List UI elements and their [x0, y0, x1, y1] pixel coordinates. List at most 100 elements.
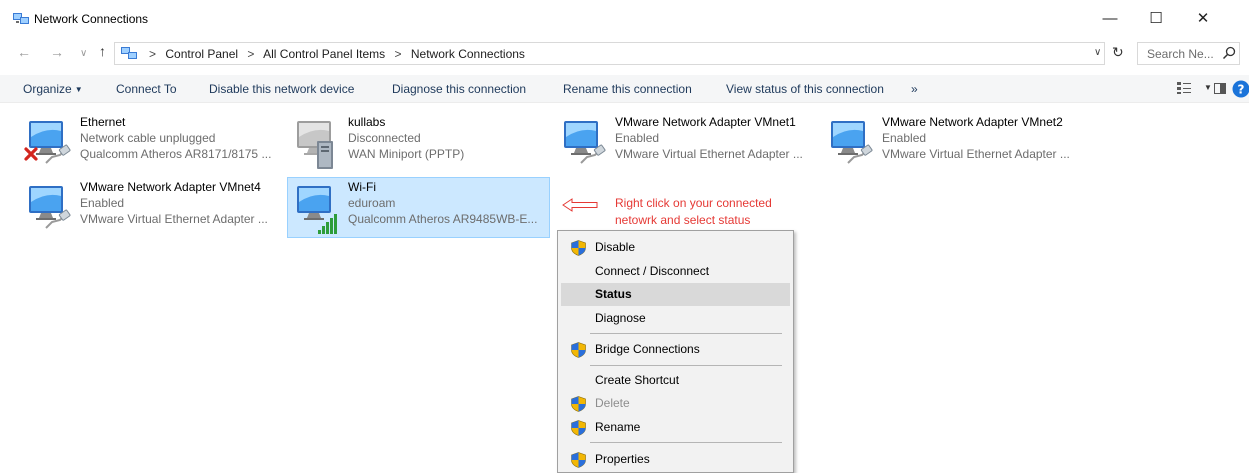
connection-name: kullabs [348, 115, 386, 129]
svg-text:?: ? [1238, 83, 1245, 97]
connection-device: WAN Miniport (PPTP) [348, 147, 465, 161]
menu-item-delete[interactable]: Delete [561, 392, 790, 415]
connection-item-vmnet4[interactable]: VMware Network Adapter VMnet4 Enabled VM… [22, 180, 268, 238]
menu-item-diagnose[interactable]: Diagnose [561, 307, 790, 330]
annotation-line-1: Right click on your connected [615, 196, 772, 210]
ethernet-adapter-icon [564, 121, 607, 164]
address-dropdown-button[interactable]: ∨ [1094, 47, 1101, 58]
minimize-button[interactable]: — [1087, 6, 1133, 32]
help-icon[interactable]: ? [1232, 80, 1249, 98]
address-row: ← → ∨ ↑ > Control Panel > All Control Pa… [0, 38, 1249, 68]
search-input[interactable]: Search Ne... [1137, 42, 1240, 65]
connection-device: Qualcomm Atheros AR8171/8175 ... [80, 147, 272, 161]
menu-separator [590, 365, 782, 366]
organize-label: Organize [23, 82, 72, 96]
ethernet-disconnected-icon [24, 121, 72, 164]
ethernet-adapter-icon [831, 121, 874, 164]
wifi-adapter-icon [297, 186, 337, 234]
connection-status: Network cable unplugged [80, 131, 216, 145]
menu-item-label: Connect / Disconnect [595, 264, 710, 278]
command-bar: Organize ▼ Connect To Disable this networ… [0, 75, 1249, 103]
breadcrumb: > Control Panel > All Control Panel Item… [143, 47, 525, 61]
uac-shield-icon [571, 396, 586, 412]
uac-shield-icon [571, 240, 586, 256]
forward-button[interactable]: → [50, 44, 64, 60]
context-menu: Disable Connect / Disconnect Status Diag… [557, 230, 794, 473]
menu-item-label: Disable [595, 240, 636, 254]
menu-item-label: Create Shortcut [595, 373, 680, 387]
connection-status: Enabled [80, 196, 125, 210]
preview-pane-icon[interactable] [1214, 83, 1226, 94]
menu-item-connect-disconnect[interactable]: Connect / Disconnect [561, 260, 790, 283]
connection-item-vmnet1[interactable]: VMware Network Adapter VMnet1 Enabled VM… [557, 115, 817, 173]
menu-item-label: Rename [595, 420, 641, 434]
ethernet-adapter-icon [29, 186, 72, 229]
organize-dropdown-icon: ▼ [74, 85, 83, 94]
menu-separator [590, 333, 782, 334]
change-view-icon[interactable] [1176, 81, 1192, 95]
refresh-button[interactable]: ↻ [1112, 44, 1124, 61]
connection-name: VMware Network Adapter VMnet4 [80, 180, 261, 194]
connection-name: Wi-Fi [348, 180, 376, 194]
menu-item-create-shortcut[interactable]: Create Shortcut [561, 369, 790, 392]
uac-shield-icon [571, 342, 586, 358]
connect-to-button[interactable]: Connect To [116, 82, 177, 96]
connection-device: VMware Virtual Ethernet Adapter ... [80, 212, 268, 226]
menu-item-label: Diagnose [595, 311, 646, 325]
up-button[interactable]: ↑ [99, 43, 106, 59]
view-status-button[interactable]: View status of this connection [726, 82, 884, 96]
menu-item-rename[interactable]: Rename [561, 416, 790, 439]
search-placeholder: Search Ne... [1147, 47, 1214, 61]
breadcrumb-all-items[interactable]: All Control Panel Items [263, 47, 385, 61]
menu-item-disable[interactable]: Disable [561, 236, 790, 259]
view-dropdown-icon[interactable]: ▼ [1204, 83, 1212, 92]
menu-item-properties[interactable]: Properties [561, 448, 790, 471]
connection-device: VMware Virtual Ethernet Adapter ... [882, 147, 1070, 161]
organize-button[interactable]: Organize ▼ [23, 82, 83, 96]
connection-device: Qualcomm Atheros AR9485WB-E... [348, 212, 538, 226]
menu-item-label: Status [595, 287, 632, 301]
connection-item-wifi[interactable]: Wi-Fi eduroam Qualcomm Atheros AR9485WB-… [287, 177, 550, 238]
breadcrumb-separator: > [247, 47, 255, 61]
menu-item-status[interactable]: Status [561, 283, 790, 306]
menu-item-label: Bridge Connections [595, 342, 700, 356]
more-commands-button[interactable]: » [911, 82, 918, 96]
menu-item-label: Delete [595, 396, 630, 410]
menu-item-bridge-connections[interactable]: Bridge Connections [561, 338, 790, 361]
annotation-arrow-icon [562, 198, 598, 212]
recent-locations-button[interactable]: ∨ [80, 46, 87, 62]
disable-device-button[interactable]: Disable this network device [209, 82, 354, 96]
annotation-text: Right click on your connected netowrk an… [615, 195, 835, 229]
connection-status: Disconnected [348, 131, 421, 145]
connection-status: eduroam [348, 196, 396, 210]
breadcrumb-separator: > [149, 47, 157, 61]
connection-status: Enabled [882, 131, 927, 145]
connection-status: Enabled [615, 131, 660, 145]
breadcrumb-network-connections[interactable]: Network Connections [411, 47, 525, 61]
window-title: Network Connections [34, 12, 149, 26]
uac-shield-icon [571, 420, 586, 436]
close-button[interactable]: ✕ [1180, 6, 1226, 32]
rename-button[interactable]: Rename this connection [563, 82, 692, 96]
connection-device: VMware Virtual Ethernet Adapter ... [615, 147, 803, 161]
back-button[interactable]: ← [17, 44, 31, 60]
control-panel-icon [121, 47, 137, 59]
connection-name: Ethernet [80, 115, 126, 129]
annotation-line-2: netowrk and select status [615, 213, 751, 227]
connection-name: VMware Network Adapter VMnet2 [882, 115, 1063, 129]
network-connections-icon [13, 13, 29, 24]
menu-separator [590, 442, 782, 443]
breadcrumb-control-panel[interactable]: Control Panel [165, 47, 238, 61]
connection-name: VMware Network Adapter VMnet1 [615, 115, 796, 129]
menu-item-label: Properties [595, 452, 650, 466]
breadcrumb-separator: > [394, 47, 402, 61]
connection-item-kullabs[interactable]: kullabs Disconnected WAN Miniport (PPTP) [290, 115, 530, 173]
connection-item-ethernet[interactable]: Ethernet Network cable unplugged Qualcom… [22, 115, 271, 173]
vpn-connection-icon [297, 121, 333, 169]
uac-shield-icon [571, 452, 586, 468]
search-icon [1222, 46, 1236, 60]
address-bar[interactable]: > Control Panel > All Control Panel Item… [114, 42, 1105, 65]
diagnose-button[interactable]: Diagnose this connection [392, 82, 526, 96]
connection-item-vmnet2[interactable]: VMware Network Adapter VMnet2 Enabled VM… [824, 115, 1094, 173]
maximize-button[interactable]: ☐ [1133, 6, 1179, 32]
